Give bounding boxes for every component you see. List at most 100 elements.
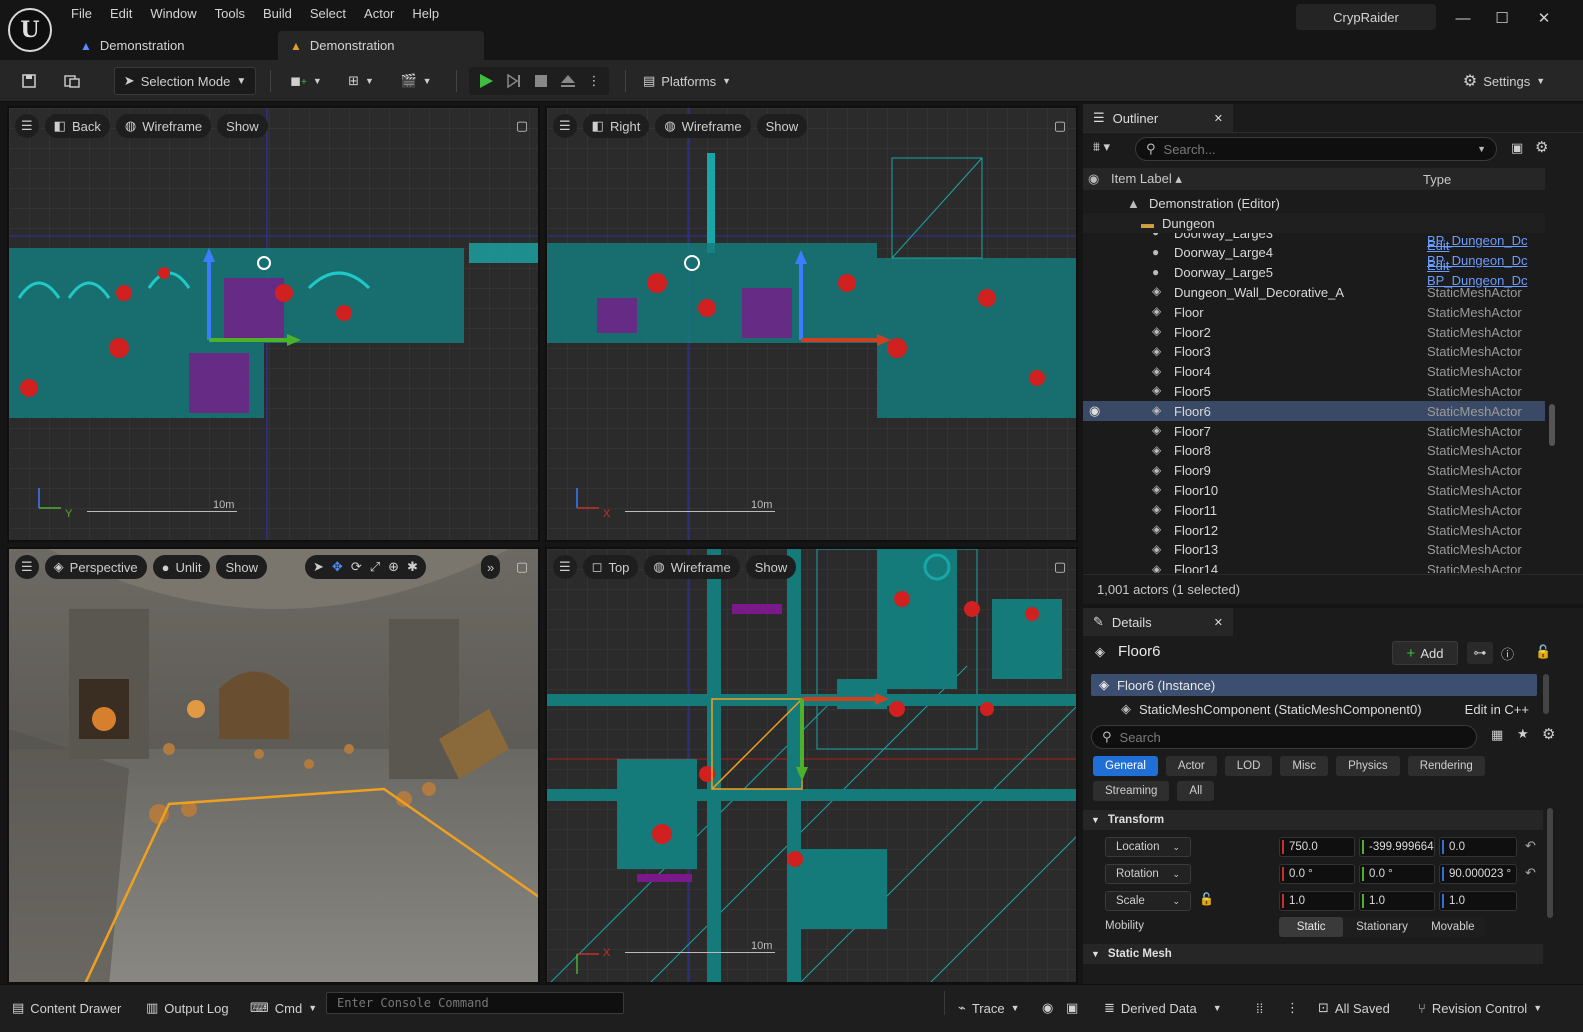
rotation-x-field[interactable]: 0.0 ° bbox=[1279, 864, 1355, 884]
reset-icon[interactable]: ↶ bbox=[1525, 865, 1536, 881]
view-mode-button[interactable]: ◍ Wireframe bbox=[115, 114, 212, 138]
outliner-row[interactable]: ◈ Floor9 StaticMeshActor bbox=[1083, 461, 1545, 481]
table-view-icon[interactable]: ▦ bbox=[1491, 727, 1503, 743]
add-component-button[interactable]: + Add bbox=[1392, 641, 1458, 665]
tree-root[interactable]: ▲ Demonstration (Editor) bbox=[1083, 193, 1545, 213]
edit-cpp-link[interactable]: Edit in C++ bbox=[1465, 702, 1537, 717]
close-icon[interactable]: ✕ bbox=[1214, 112, 1223, 125]
menu-tools[interactable]: Tools bbox=[206, 4, 254, 26]
maximize-viewport-icon[interactable]: ▢ bbox=[511, 556, 533, 578]
blueprint-button[interactable]: ⊞ ▼ bbox=[340, 67, 382, 95]
col-type[interactable]: Type bbox=[1423, 172, 1451, 187]
output-log-button[interactable]: ▥ Output Log bbox=[146, 995, 229, 1021]
location-y-field[interactable]: -399.999664 bbox=[1359, 837, 1435, 857]
mobility-stationary[interactable]: Stationary bbox=[1343, 917, 1420, 937]
view-type-button[interactable]: ◧ Back bbox=[44, 114, 110, 138]
outliner-row[interactable]: ◈ Floor10 StaticMeshActor bbox=[1083, 480, 1545, 500]
expand-toolbar-icon[interactable]: » bbox=[481, 555, 501, 579]
visibility-header-icon[interactable]: ◉ bbox=[1088, 171, 1099, 187]
viewport-back[interactable]: ☰ ◧ Back ◍ Wireframe Show ▢ Y 10m bbox=[7, 106, 540, 542]
outliner-row[interactable]: ◈ Floor StaticMeshActor bbox=[1083, 302, 1545, 322]
scale-icon[interactable]: ⤢ bbox=[370, 559, 380, 575]
outliner-search-input[interactable]: ⚲ Search... ▼ bbox=[1135, 137, 1497, 161]
step-icon[interactable] bbox=[506, 73, 522, 89]
outliner-row[interactable]: ◈ Dungeon_Wall_Decorative_A StaticMeshActo… bbox=[1083, 282, 1545, 302]
menu-build[interactable]: Build bbox=[254, 4, 301, 26]
scale-x-field[interactable]: 1.0 bbox=[1279, 891, 1355, 911]
components-scrollbar[interactable] bbox=[1543, 674, 1549, 714]
mobility-static[interactable]: Static bbox=[1279, 917, 1344, 937]
select-arrow-icon[interactable]: ➤ bbox=[313, 559, 324, 575]
outliner-row[interactable]: ◈ Floor5 StaticMeshActor bbox=[1083, 381, 1545, 401]
filter-icon[interactable]: ⩩ ▾ bbox=[1093, 139, 1110, 155]
star-icon[interactable]: ★ bbox=[1517, 726, 1529, 742]
add-actor-button[interactable]: ◼+ ▼ bbox=[286, 67, 326, 95]
rotation-dropdown[interactable]: Rotation ⌄ bbox=[1105, 864, 1191, 884]
view-type-button[interactable]: ◧ Right bbox=[582, 114, 650, 138]
viewport-right[interactable]: ☰ ◧ Right ◍ Wireframe Show ▢ X 10m bbox=[545, 106, 1078, 542]
rotation-z-field[interactable]: 90.000023 ° bbox=[1439, 864, 1517, 884]
scale-y-field[interactable]: 1.0 bbox=[1359, 891, 1435, 911]
cmd-dropdown[interactable]: ⌨ Cmd ▼ bbox=[250, 995, 317, 1021]
menu-help[interactable]: Help bbox=[403, 4, 448, 26]
mobility-movable[interactable]: Movable bbox=[1421, 917, 1485, 937]
revision-control-dropdown[interactable]: ⑂ Revision Control ▼ bbox=[1418, 995, 1542, 1021]
show-button[interactable]: Show bbox=[756, 114, 808, 138]
details-tab[interactable]: ✎ Details ✕ bbox=[1083, 608, 1233, 636]
stop-icon[interactable] bbox=[534, 74, 548, 88]
viewport-menu-button[interactable]: ☰ bbox=[553, 114, 577, 138]
selection-mode-dropdown[interactable]: ➤ Selection Mode ▼ bbox=[114, 67, 256, 95]
location-z-field[interactable]: 0.0 bbox=[1439, 837, 1517, 857]
record-icon[interactable]: ◉ bbox=[1042, 995, 1053, 1021]
category-physics[interactable]: Physics bbox=[1336, 756, 1400, 776]
maximize-viewport-icon[interactable]: ▢ bbox=[511, 115, 533, 137]
cinematics-button[interactable]: 🎬 ▼ bbox=[396, 67, 436, 95]
blueprint-convert-icon[interactable]: ⊶ bbox=[1467, 642, 1493, 664]
settings-dropdown[interactable]: ⚙ Settings ▼ bbox=[1460, 67, 1548, 95]
more-options-icon[interactable]: ⋮ bbox=[1286, 995, 1299, 1021]
outliner-row[interactable]: ◈ Floor13 StaticMeshActor bbox=[1083, 540, 1545, 560]
component-row[interactable]: ◈ StaticMeshComponent (StaticMeshCompone… bbox=[1091, 698, 1537, 720]
tree-folder[interactable]: ▬ Dungeon bbox=[1083, 213, 1545, 233]
view-mode-button[interactable]: ● Unlit bbox=[152, 555, 211, 579]
transform-section-header[interactable]: ▼ Transform bbox=[1083, 810, 1543, 830]
outliner-scrollbar[interactable] bbox=[1549, 404, 1555, 446]
surface-snap-icon[interactable]: ✱ bbox=[407, 559, 418, 575]
grid-icon[interactable]: ⁞⁞ bbox=[1256, 995, 1263, 1021]
outliner-row[interactable]: ● Doorway_Large5 Edit BP_Dungeon_Dc bbox=[1083, 258, 1545, 288]
col-item-label[interactable]: Item Label ▴ bbox=[1111, 171, 1182, 187]
minimize-button[interactable]: — bbox=[1449, 6, 1477, 30]
show-button[interactable]: Show bbox=[745, 555, 797, 579]
maximize-viewport-icon[interactable]: ▢ bbox=[1049, 556, 1071, 578]
outliner-row[interactable]: ◈ Floor3 StaticMeshActor bbox=[1083, 342, 1545, 362]
eject-icon[interactable] bbox=[560, 73, 576, 89]
menu-window[interactable]: Window bbox=[141, 4, 205, 26]
show-button[interactable]: Show bbox=[217, 114, 268, 138]
tab-demonstration-2[interactable]: ▲ Demonstration bbox=[278, 31, 484, 60]
category-streaming[interactable]: Streaming bbox=[1093, 781, 1170, 801]
viewport-top[interactable]: ☰ ◻ Top ◍ Wireframe Show ▢ X 10m bbox=[545, 547, 1078, 984]
category-misc[interactable]: Misc bbox=[1280, 756, 1329, 776]
details-search-input[interactable]: ⚲ Search bbox=[1091, 725, 1477, 749]
details-scrollbar[interactable] bbox=[1547, 808, 1553, 918]
maximize-viewport-icon[interactable]: ▢ bbox=[1049, 115, 1071, 137]
gear-icon[interactable]: ⚙ bbox=[1542, 725, 1555, 743]
location-x-field[interactable]: 750.0 bbox=[1279, 837, 1355, 857]
show-button[interactable]: Show bbox=[216, 555, 267, 579]
tab-demonstration-1[interactable]: ▲ Demonstration bbox=[68, 31, 273, 60]
rotation-y-field[interactable]: 0.0 ° bbox=[1359, 864, 1435, 884]
category-actor[interactable]: Actor bbox=[1165, 756, 1217, 776]
lock-icon[interactable]: 🔓 bbox=[1535, 644, 1551, 660]
visibility-eye-icon[interactable]: ◉ bbox=[1089, 403, 1100, 419]
move-icon[interactable]: ✥ bbox=[332, 559, 343, 575]
platforms-dropdown[interactable]: ▤ Platforms ▼ bbox=[640, 67, 734, 95]
unreal-logo-icon[interactable]: U bbox=[8, 8, 52, 52]
lock-icon[interactable]: 🔓 bbox=[1199, 892, 1214, 906]
static-mesh-section-header[interactable]: ▼ Static Mesh bbox=[1083, 944, 1543, 964]
location-dropdown[interactable]: Location ⌄ bbox=[1105, 837, 1191, 857]
view-mode-button[interactable]: ◍ Wireframe bbox=[644, 555, 740, 579]
actor-name[interactable]: Floor6 bbox=[1118, 643, 1161, 660]
content-drawer-button[interactable]: ▤ Content Drawer bbox=[12, 995, 121, 1021]
viewport-perspective[interactable]: ☰ ◈ Perspective ● Unlit Show ➤ ✥ ⟳ ⤢ ⊕ ✱ »… bbox=[7, 547, 540, 984]
derived-data-dropdown[interactable]: ≣ Derived Data ▼ bbox=[1104, 995, 1222, 1021]
